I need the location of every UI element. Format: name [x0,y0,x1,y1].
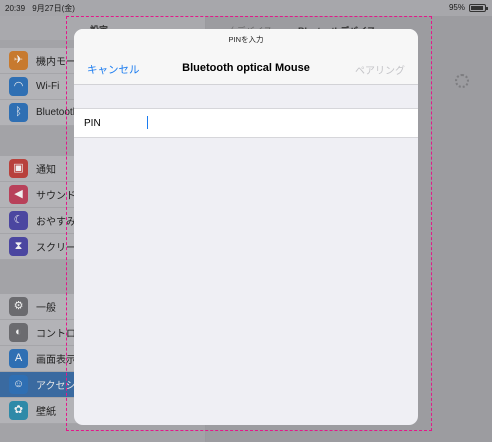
status-left: 20:39 9月27日(金) [5,3,80,14]
pair-button[interactable]: ペアリング [355,62,405,77]
sidebar-item-label: 通知 [36,165,56,176]
status-bar: 20:39 9月27日(金) 95% [0,0,492,16]
status-right: 95% [448,3,488,12]
sidebar-item-label: Wi-Fi [36,81,60,92]
sidebar-item-label: サウンド [36,191,76,202]
pin-input[interactable] [144,113,404,133]
pin-label: PIN [84,118,101,129]
pin-row: PIN [74,108,418,138]
modal-prompt: PINを入力 [228,35,264,44]
text-cursor [147,116,148,129]
sidebar-item-label: 一般 [36,303,56,314]
cancel-button[interactable]: キャンセル [87,62,140,77]
toggles-icon: ◐ [9,323,28,342]
gear-icon: ⚙ [9,297,28,316]
hourglass-icon: ⧗ [9,237,28,256]
flower-icon: ✿ [9,401,28,420]
notifications-icon: ▣ [9,159,28,178]
text-size-icon: A [9,349,28,368]
loading-spinner-icon [455,74,469,88]
pin-entry-modal: PINを入力 キャンセル Bluetooth optical Mouse ペアリ… [74,29,418,425]
bluetooth-icon: ᛒ [9,103,28,122]
status-date: 9月27日(金) [32,4,75,13]
battery-percent: 95% [448,3,465,12]
sidebar-item-label: 壁紙 [36,407,56,418]
battery-icon [469,3,488,12]
sidebar-item-label: Bluetooth [36,107,79,118]
wifi-icon: ◠ [9,77,28,96]
airplane-icon: ✈ [9,51,28,70]
modal-header: PINを入力 キャンセル Bluetooth optical Mouse ペアリ… [74,29,418,85]
accessibility-icon: ☺ [9,375,28,394]
moon-icon: ☾ [9,211,28,230]
status-time: 20:39 [5,4,26,13]
sound-icon: ◀ [9,185,28,204]
